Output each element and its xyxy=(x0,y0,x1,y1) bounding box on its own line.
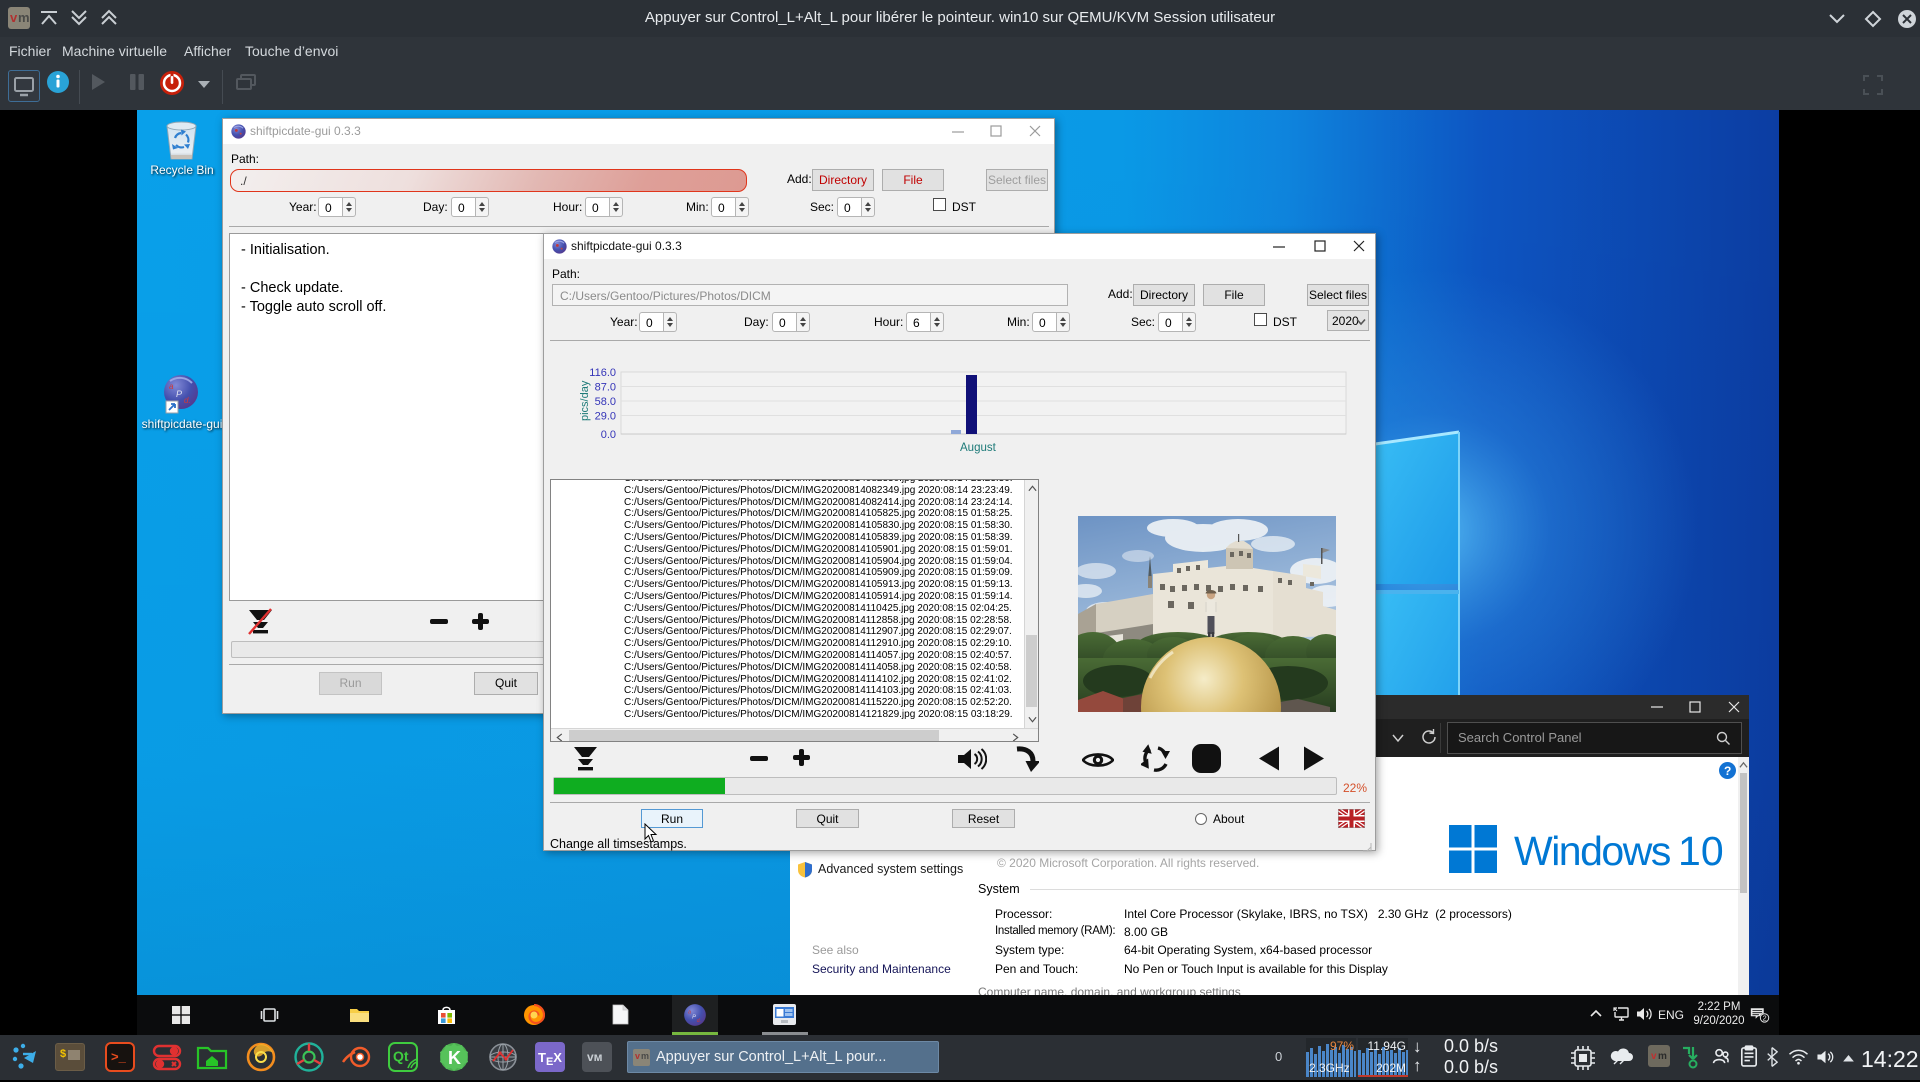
svg-text:116.0: 116.0 xyxy=(589,367,616,379)
svg-text:29.0: 29.0 xyxy=(595,411,616,423)
svg-text:d.: d. xyxy=(184,396,191,405)
svg-text:d.: d. xyxy=(697,1018,701,1024)
svg-text:August: August xyxy=(960,442,997,454)
svg-text:0.0: 0.0 xyxy=(601,429,616,441)
svg-text:P: P xyxy=(692,1014,696,1020)
svg-text:K: K xyxy=(448,1048,461,1068)
svg-text:2: 2 xyxy=(1763,1014,1767,1023)
svg-text:pics/day: pics/day xyxy=(579,380,591,421)
svg-text:P: P xyxy=(176,389,182,399)
svg-text:87.0: 87.0 xyxy=(595,382,616,394)
svg-text:a: a xyxy=(688,1009,691,1015)
svg-text:58.0: 58.0 xyxy=(595,396,616,408)
svg-text:?: ? xyxy=(1724,764,1731,778)
svg-text:a: a xyxy=(169,382,174,391)
